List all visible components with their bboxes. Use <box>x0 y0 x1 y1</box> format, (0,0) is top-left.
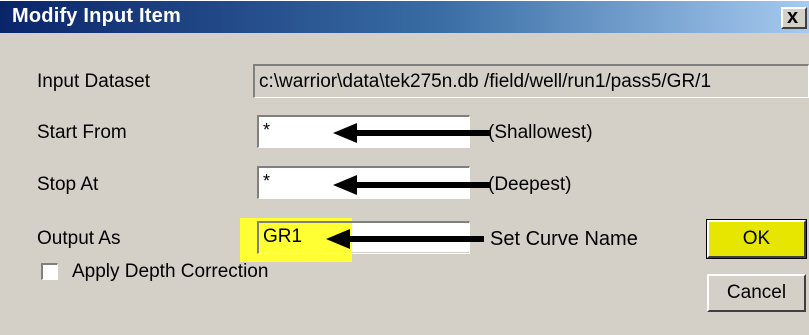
close-icon: x <box>787 7 799 28</box>
stop-at-annotation: (Deepest) <box>488 174 572 195</box>
apply-depth-correction-label: Apply Depth Correction <box>72 261 269 282</box>
stop-at-arrow-icon <box>333 175 491 195</box>
start-from-arrow-icon <box>333 123 491 143</box>
input-dataset-value: c:\warrior\data\tek275n.db /field/well/r… <box>259 71 712 92</box>
input-dataset-label: Input Dataset <box>37 71 151 92</box>
output-as-label: Output As <box>37 228 121 249</box>
output-as-value: GR1 <box>263 226 303 247</box>
start-from-label: Start From <box>37 122 127 143</box>
window-title: Modify Input Item <box>12 5 181 27</box>
modify-input-item-dialog: Modify Input Item x Input Dataset c:\war… <box>0 0 809 335</box>
title-bar: Modify Input Item x <box>0 1 809 33</box>
stop-at-value: * <box>263 171 271 191</box>
apply-depth-correction-checkbox[interactable] <box>41 263 58 280</box>
input-dataset-field[interactable]: c:\warrior\data\tek275n.db /field/well/r… <box>253 64 809 98</box>
start-from-value: * <box>263 120 271 140</box>
stop-at-label: Stop At <box>37 174 99 195</box>
close-button[interactable]: x <box>781 7 807 29</box>
start-from-annotation: (Shallowest) <box>488 122 593 143</box>
output-as-arrow-icon <box>326 229 484 249</box>
ok-button[interactable]: OK <box>706 219 807 259</box>
cancel-button[interactable]: Cancel <box>707 274 806 312</box>
output-as-annotation: Set Curve Name <box>490 228 638 250</box>
